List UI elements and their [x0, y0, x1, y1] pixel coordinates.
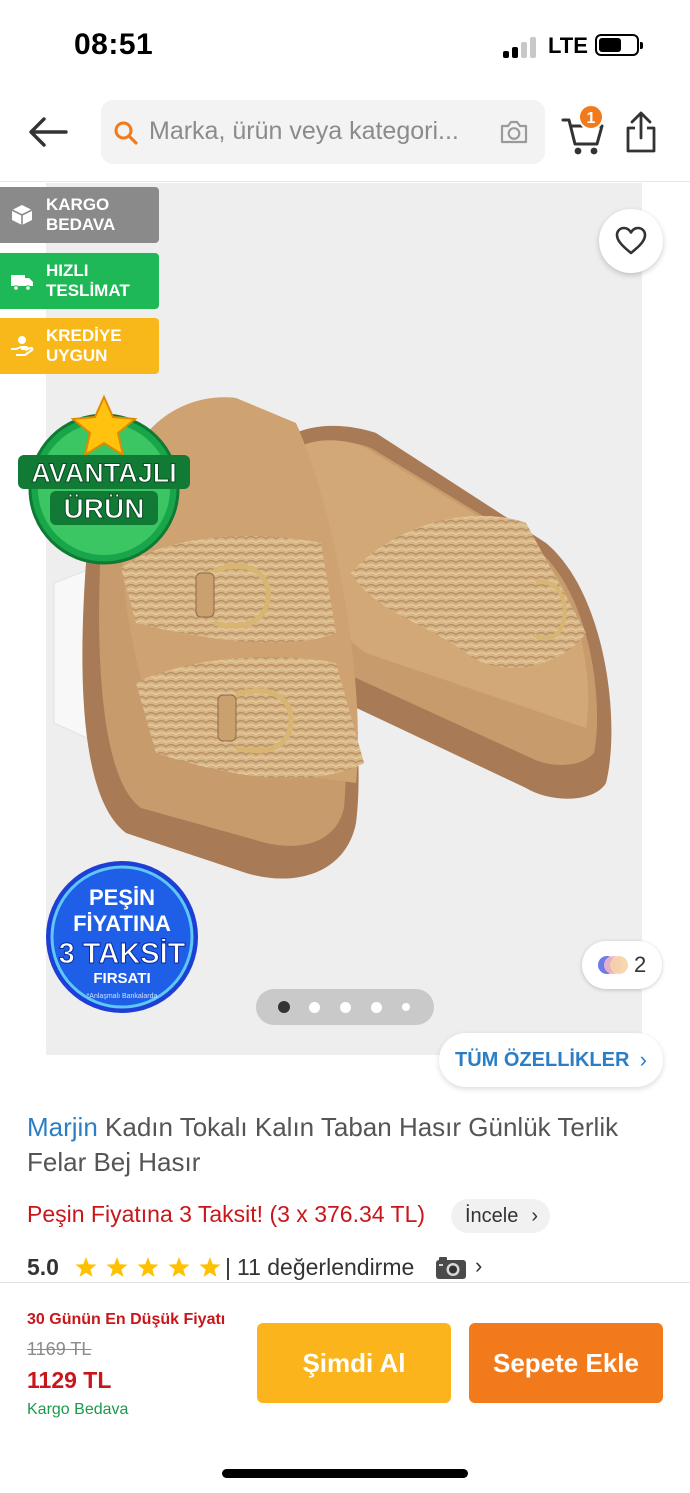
product-gallery[interactable]: KARGO BEDAVA HIZLI TESLİMAT KREDİYE UYGU…: [0, 183, 690, 1087]
pagination-dot[interactable]: [340, 1002, 351, 1013]
home-indicator: [222, 1469, 468, 1478]
brand-link[interactable]: Marjin: [27, 1112, 98, 1142]
chevron-right-icon: ›: [531, 1205, 538, 1227]
hand-coin-icon: [11, 336, 34, 356]
search-placeholder: Marka, ürün veya kategori...: [149, 117, 459, 145]
search-input[interactable]: Marka, ürün veya kategori...: [101, 100, 545, 164]
image-pagination[interactable]: [256, 989, 434, 1025]
color-count: 2: [634, 952, 647, 977]
inspect-button[interactable]: İncele ›: [451, 1199, 550, 1233]
signal-icon: [503, 36, 539, 58]
pagination-dot[interactable]: [278, 1001, 290, 1013]
fast-delivery-badge: HIZLI TESLİMAT: [0, 253, 159, 309]
back-arrow-icon[interactable]: [26, 112, 70, 152]
rating-value: 5.0: [27, 1254, 59, 1280]
advantageous-product-badge: AVANTAJLI ÜRÜN: [18, 394, 190, 565]
status-bar: 08:51 LTE: [0, 0, 690, 90]
badge-line1: KREDİYE: [46, 326, 122, 345]
avantajli-line2: ÜRÜN: [64, 493, 145, 524]
lowest-price-label: 30 Günün En Düşük Fiyatı: [27, 1311, 226, 1328]
box-icon: [11, 205, 33, 225]
favorite-button[interactable]: [599, 209, 663, 273]
free-shipping-badge: KARGO BEDAVA: [0, 187, 159, 243]
star-icon: [137, 1257, 159, 1277]
installment-text: Peşin Fiyatına 3 Taksit! (3 x 376.34 TL): [27, 1201, 426, 1227]
pagination-dot[interactable]: [371, 1002, 382, 1013]
pesin-line3: 3 TAKSİT: [59, 938, 186, 970]
star-icon: [75, 1257, 97, 1277]
truck-icon: [11, 275, 33, 291]
pagination-dot[interactable]: [402, 1003, 410, 1011]
pesin-line4: FIRSATI: [93, 970, 150, 987]
battery-icon: [595, 34, 643, 56]
search-icon: [114, 121, 138, 145]
chevron-right-icon: ›: [639, 1047, 647, 1072]
free-shipping-label: Kargo Bedava: [27, 1401, 129, 1418]
bottom-purchase-bar: 30 Günün En Düşük Fiyatı 1169 TL 1129 TL…: [0, 1282, 690, 1493]
product-name: Kadın Tokalı Kalın Taban Hasır Günlük Te…: [27, 1112, 619, 1177]
avantajli-line1: AVANTAJLI: [31, 458, 177, 488]
installment-offer-badge: PEŞİN FİYATINA 3 TAKSİT FIRSATI *Anlaşma…: [46, 861, 198, 1013]
photo-camera-icon: [436, 1257, 466, 1279]
badge-line2: UYGUN: [46, 346, 108, 365]
all-specs-button[interactable]: TÜM ÖZELLİKLER ›: [439, 1033, 663, 1087]
color-swatch-icon: [598, 956, 628, 974]
current-price: 1129 TL: [27, 1367, 112, 1393]
add-to-cart-button[interactable]: Sepete Ekle: [469, 1323, 663, 1403]
rating-separator: |: [225, 1254, 231, 1280]
network-label: LTE: [548, 33, 588, 58]
pesin-line1: PEŞİN: [89, 885, 155, 910]
credit-eligible-badge: KREDİYE UYGUN: [0, 318, 159, 374]
star-rating: [75, 1257, 221, 1277]
star-icon: [168, 1257, 190, 1277]
badge-line1: HIZLI: [46, 261, 89, 280]
badge-line1: KARGO: [46, 195, 110, 214]
chevron-right-icon: ›: [475, 1253, 483, 1278]
color-options-button[interactable]: 2: [582, 941, 662, 989]
buy-now-button[interactable]: Şimdi Al: [257, 1323, 451, 1403]
share-icon[interactable]: [623, 110, 659, 154]
product-title: Marjin Kadın Tokalı Kalın Taban Hasır Gü…: [27, 1110, 667, 1180]
badge-line2: TESLİMAT: [46, 281, 130, 300]
star-icon: [106, 1257, 128, 1277]
inspect-label: İncele: [465, 1205, 519, 1227]
cart-count-badge: 1: [578, 104, 604, 130]
all-specs-label: TÜM ÖZELLİKLER: [455, 1049, 630, 1071]
old-price: 1169 TL: [27, 1339, 92, 1359]
pesin-note: *Anlaşmalı Bankalarda: [87, 993, 158, 1000]
heart-icon: [615, 226, 647, 255]
pesin-line2: FİYATINA: [73, 911, 171, 936]
pagination-dot[interactable]: [309, 1002, 320, 1013]
badge-line2: BEDAVA: [46, 215, 116, 234]
review-count[interactable]: 11 değerlendirme: [237, 1254, 414, 1281]
camera-search-icon[interactable]: [499, 118, 529, 146]
status-time: 08:51: [74, 28, 154, 61]
star-icon: [199, 1257, 221, 1277]
